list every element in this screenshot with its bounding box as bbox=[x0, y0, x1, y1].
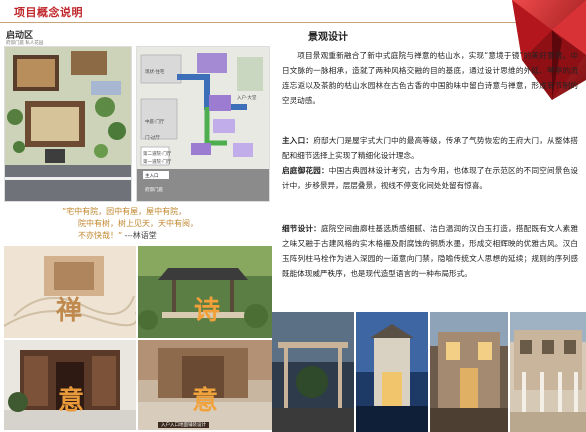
paragraph-details: 细节设计：庭院空间曲廊柱基选质感细腻、洁白温润的汉白玉打造，搭配既有文人素雅之味… bbox=[282, 221, 578, 281]
plan-label-top-left: 现状·住宅 bbox=[145, 70, 165, 75]
plan-label-top-right: 入户·大堂 bbox=[237, 96, 257, 101]
mood-glyph-2: 意 bbox=[192, 386, 219, 416]
landscape-design-heading: 景观设计 bbox=[308, 32, 348, 43]
page-title: 项目概念说明 bbox=[14, 6, 83, 19]
concept-mosaic: 禅 诗 意 意 入户入口地面铺装设计 bbox=[4, 246, 272, 430]
photo-night-tower bbox=[356, 312, 428, 432]
quote-line-3-row: 不亦快哉！” ---林语堂 bbox=[62, 230, 232, 242]
pavilion-photo: 诗 bbox=[138, 246, 272, 338]
plan-label-bottom-3: 主入口 bbox=[145, 174, 159, 179]
caption-right: 入户入口地面铺装设计 bbox=[158, 422, 209, 428]
plan-label-mid-2: 门·过厅 bbox=[145, 136, 160, 141]
quote-line-1: ”宅中有院，园中有屋，屋中有院， bbox=[62, 207, 187, 216]
label-details: 细节设计： bbox=[282, 224, 321, 233]
plan-label-bottom-1: 第二道院·门厅 bbox=[143, 152, 172, 157]
quote-author: ---林语堂 bbox=[124, 231, 157, 240]
photo-villa-facade bbox=[430, 312, 508, 432]
label-garden: 启庭御花园： bbox=[282, 166, 329, 175]
photo-strip bbox=[272, 312, 586, 432]
poem-glyph: 诗 bbox=[194, 296, 221, 326]
label-main-entrance: 主入口： bbox=[282, 136, 314, 145]
photo-pergola bbox=[272, 312, 354, 432]
site-plan-image bbox=[4, 46, 132, 202]
main-gate-photo: 意 bbox=[4, 340, 136, 430]
plan-label-bottom-2: 第一道院·门厅 bbox=[143, 160, 172, 165]
paragraph-garden: 启庭御花园：中国古典园林设计考究，古为今用，也体现了在示范区的不同空间景色设计中… bbox=[282, 163, 578, 193]
entrance-paving-photo: 意 入户入口地面铺装设计 bbox=[138, 340, 272, 430]
plan-label-mid-1: 中庭·门厅 bbox=[145, 120, 165, 125]
quote-line-3: 不亦快哉！” bbox=[78, 231, 123, 240]
text-main-entrance: 府邸大门是屋宇式大门中的最高等级，传承了气势恢宏的王府大门，从整体搭配和细节选择… bbox=[282, 136, 579, 160]
quote-line-2: 院中有树，树上见天，天中有阅， bbox=[78, 219, 198, 228]
zen-glyph: 禅 bbox=[56, 296, 83, 326]
photo-column-arcade bbox=[510, 312, 586, 432]
lin-yutang-quote: ”宅中有院，园中有屋，屋中有院， 院中有树，树上见天，天中有阅， 不亦快哉！” … bbox=[62, 206, 232, 242]
mood-glyph: 意 bbox=[58, 386, 85, 416]
zen-courtyard-photo: 禅 bbox=[4, 246, 136, 338]
text-details: 庭院空间曲廊柱基选质感细腻、洁白温润的汉白玉打造，搭配既有文人素雅之味又融于古建… bbox=[282, 224, 579, 278]
plan-label-bottom-4: 府邸门庭 bbox=[145, 188, 163, 193]
paragraph-intro: 项目景观重新融合了新中式庭院与禅意的枯山水，实现“意境于镜”的美好意境。中日文脉… bbox=[282, 51, 578, 105]
header-divider bbox=[0, 22, 586, 23]
paragraph-main-entrance: 主入口：府邸大门是屋宇式大门中的最高等级，传承了气势恢宏的王府大门，从整体搭配和… bbox=[282, 133, 578, 163]
circulation-diagram: 现状·住宅 入户·大堂 中庭·门厅 门·过厅 第二道院·门厅 第一道院·门厅 主… bbox=[136, 46, 270, 202]
